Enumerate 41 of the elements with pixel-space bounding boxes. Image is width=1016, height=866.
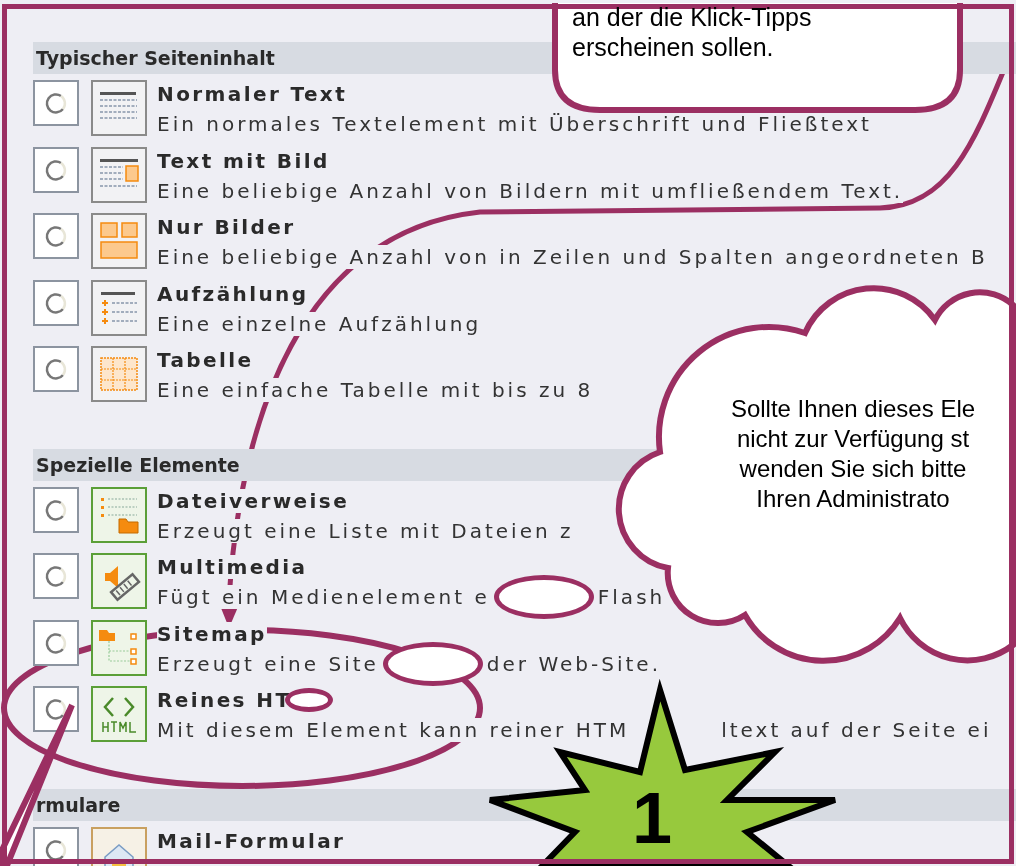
radio-button[interactable] <box>33 686 79 732</box>
radio-button[interactable] <box>33 553 79 599</box>
element-title: Sitemap <box>157 621 267 646</box>
file-list-icon <box>91 486 147 543</box>
image-grid-icon <box>91 213 147 269</box>
radio-circle-icon <box>44 157 68 182</box>
callout-text: an der die Klick-Tipps <box>572 2 812 32</box>
callout-text: erscheinen sollen. <box>572 32 775 62</box>
radio-button[interactable] <box>33 279 79 326</box>
radio-button[interactable] <box>33 80 79 126</box>
cloud-text: Ihren Administrato <box>756 484 950 514</box>
radio-circle-icon <box>44 91 68 115</box>
text-lines-icon <box>91 80 147 136</box>
radio-button[interactable] <box>33 619 79 666</box>
cloud-text: wenden Sie sich bitte <box>739 454 967 484</box>
bullet-list-icon <box>91 279 147 336</box>
step-number: 1 <box>632 782 673 854</box>
section-title: rmulare <box>35 793 121 816</box>
radio-circle-icon <box>44 837 68 862</box>
radio-button[interactable] <box>33 486 79 533</box>
html-code-icon <box>91 686 147 742</box>
sitemap-icon <box>91 619 147 676</box>
cloud-text: nicht zur Verfügung st <box>736 424 970 454</box>
radio-circle-icon <box>44 630 68 655</box>
section-title: Typischer Seiteninhalt <box>35 47 275 69</box>
text-image-icon <box>91 146 147 203</box>
radio-button[interactable] <box>33 146 79 193</box>
section-title: Spezielle Elemente <box>35 453 240 476</box>
radio-circle-icon <box>44 564 68 588</box>
speaker-film-icon <box>91 553 147 609</box>
radio-button[interactable] <box>33 213 79 259</box>
radio-button[interactable] <box>33 346 79 392</box>
mail-form-icon <box>91 826 147 866</box>
cloud-text: Sollte Ihnen dieses Ele <box>730 394 976 424</box>
radio-circle-icon <box>44 357 68 381</box>
radio-circle-icon <box>44 497 68 522</box>
radio-button[interactable] <box>33 826 79 866</box>
radio-circle-icon <box>44 697 68 721</box>
radio-circle-icon <box>44 224 68 248</box>
table-grid-icon <box>91 346 147 402</box>
radio-circle-icon <box>44 290 68 315</box>
